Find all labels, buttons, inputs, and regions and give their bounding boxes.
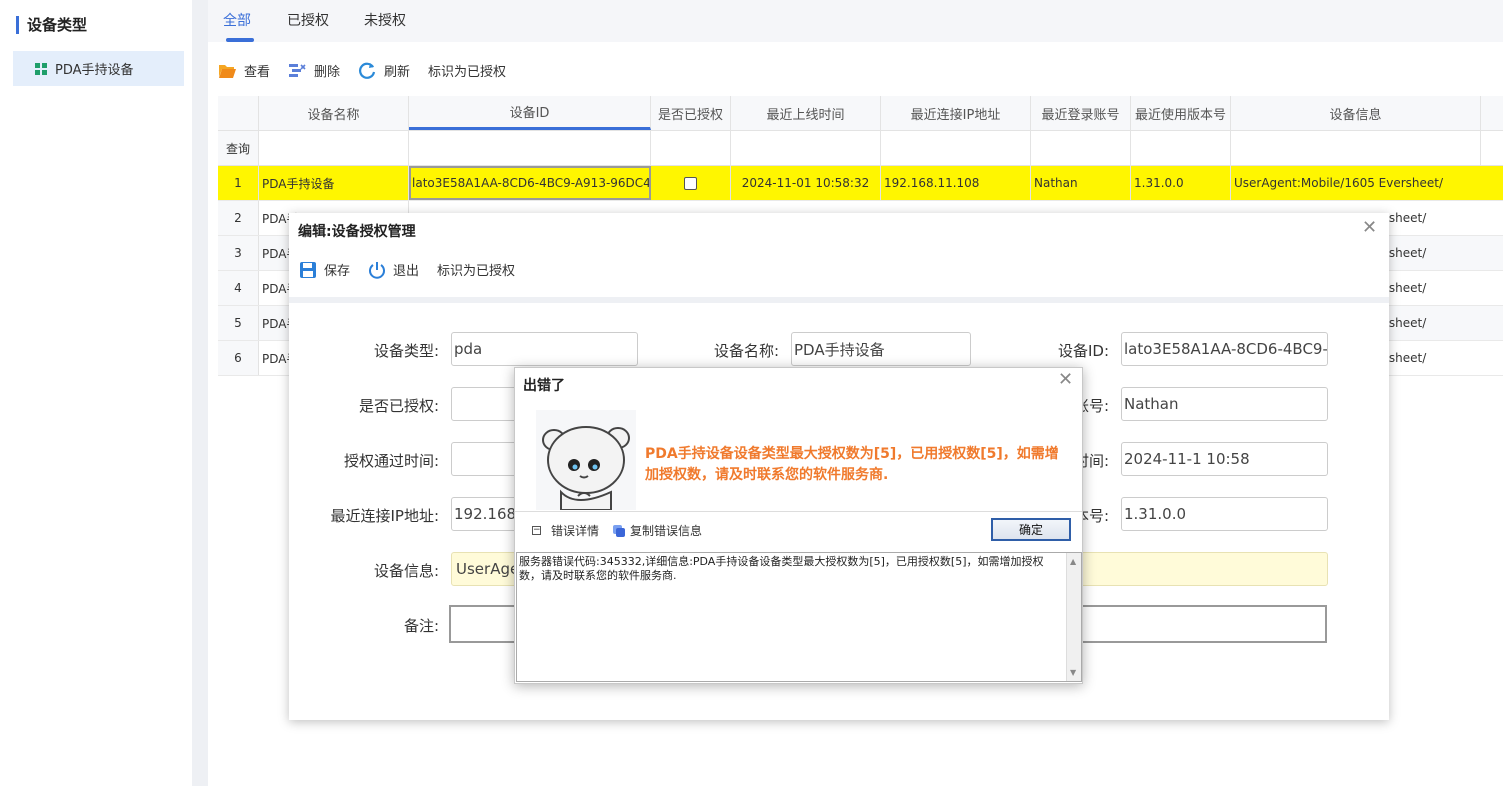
filter-cell[interactable] bbox=[1231, 131, 1481, 165]
save-icon bbox=[300, 261, 316, 278]
error-message: PDA手持设备设备类型最大授权数为[5]，已用授权数[5]，如需增加授权数，请及… bbox=[645, 446, 1059, 483]
header-info[interactable]: 设备信息 bbox=[1231, 96, 1481, 130]
error-action-bar: − 错误详情 复制错误信息 确定 bbox=[515, 511, 1082, 547]
panel-title: 设备类型 bbox=[16, 16, 87, 34]
header-ip[interactable]: 最近连接IP地址 bbox=[881, 96, 1031, 130]
scroll-down-icon[interactable]: ▼ bbox=[1070, 668, 1076, 677]
error-detail-box[interactable]: 服务器错误代码:345332,详细信息:PDA手持设备设备类型最大授权数为[5]… bbox=[516, 552, 1082, 682]
tab-all[interactable]: 全部 bbox=[223, 10, 251, 30]
scrollbar[interactable]: ▲ ▼ bbox=[1066, 553, 1081, 681]
close-icon[interactable]: ✕ bbox=[1362, 219, 1377, 237]
auth-time-field[interactable] bbox=[451, 442, 521, 476]
view-button[interactable]: 查看 bbox=[218, 61, 270, 80]
filter-cell[interactable] bbox=[409, 131, 651, 165]
header-index bbox=[218, 96, 259, 130]
mark-authorized-button[interactable]: 标识为已授权 bbox=[428, 61, 506, 80]
error-detail-text: 服务器错误代码:345332,详细信息:PDA手持设备设备类型最大授权数为[5]… bbox=[519, 555, 1044, 582]
filter-cell[interactable] bbox=[1131, 131, 1231, 165]
filter-cell[interactable] bbox=[1031, 131, 1131, 165]
edit-dialog-title: 编辑:设备授权管理 bbox=[298, 224, 416, 240]
delete-button[interactable]: 删除 bbox=[288, 61, 340, 80]
grid-header: 设备名称 设备ID 是否已授权 最近上线时间 最近连接IP地址 最近登录账号 最… bbox=[218, 96, 1503, 131]
header-device-name[interactable]: 设备名称 bbox=[259, 96, 409, 130]
delete-icon bbox=[289, 63, 306, 77]
version-field[interactable]: 1.31.0.0 bbox=[1121, 497, 1328, 531]
header-account[interactable]: 最近登录账号 bbox=[1031, 96, 1131, 130]
tab-bar: 全部 已授权 未授权 bbox=[208, 0, 1503, 42]
close-icon[interactable]: ✕ bbox=[1058, 371, 1073, 389]
device-name-label: 设备名称: bbox=[713, 342, 779, 360]
header-authorized[interactable]: 是否已授权 bbox=[651, 96, 731, 130]
tab-authorized[interactable]: 已授权 bbox=[287, 10, 329, 30]
divider bbox=[289, 297, 1389, 303]
device-id-label: 设备ID: bbox=[1057, 342, 1109, 360]
device-name-field[interactable]: PDA手持设备 bbox=[791, 332, 971, 366]
grid-icon bbox=[35, 62, 47, 75]
sidebar-item-label: PDA手持设备 bbox=[55, 63, 134, 78]
edit-toolbar: 保存 退出 标识为已授权 bbox=[299, 260, 533, 279]
save-button[interactable]: 保存 bbox=[299, 260, 350, 279]
ip-field[interactable]: 192.168.1 bbox=[451, 497, 521, 531]
filter-cell[interactable] bbox=[259, 131, 409, 165]
refresh-button[interactable]: 刷新 bbox=[358, 61, 410, 80]
ip-label: 最近连接IP地址: bbox=[330, 507, 439, 525]
device-id-field[interactable]: lato3E58A1AA-8CD6-4BC9-A bbox=[1121, 332, 1328, 366]
refresh-icon bbox=[359, 62, 376, 79]
tab-unauthorized[interactable]: 未授权 bbox=[364, 10, 406, 30]
filter-label: 查询 bbox=[218, 131, 259, 165]
exit-button[interactable]: 退出 bbox=[368, 260, 419, 279]
error-dialog: 出错了 ✕ PDA手持设备设备类型最大授权数为[5]，已用授权数[5]，如需增加… bbox=[514, 367, 1083, 684]
device-type-panel: 设备类型 PDA手持设备 bbox=[0, 0, 192, 786]
device-type-label: 设备类型: bbox=[373, 342, 439, 360]
sad-mascot-icon bbox=[536, 410, 636, 510]
ok-button[interactable]: 确定 bbox=[991, 518, 1071, 541]
account-field[interactable]: Nathan bbox=[1121, 387, 1328, 421]
scroll-up-icon[interactable]: ▲ bbox=[1070, 557, 1076, 566]
authorized-field[interactable] bbox=[451, 387, 521, 421]
filter-cell[interactable] bbox=[881, 131, 1031, 165]
error-details-toggle[interactable]: − 错误详情 bbox=[532, 522, 599, 539]
memo-label: 备注: bbox=[403, 617, 439, 635]
authorized-checkbox[interactable] bbox=[684, 176, 697, 190]
toolbar: 查看 删除 刷新 标识为已授权 bbox=[218, 58, 524, 82]
info-label: 设备信息: bbox=[373, 562, 439, 580]
header-online-time[interactable]: 最近上线时间 bbox=[731, 96, 881, 130]
filter-cell[interactable] bbox=[651, 131, 731, 165]
error-dialog-title: 出错了 bbox=[523, 378, 565, 394]
active-tab-indicator bbox=[226, 38, 254, 42]
auth-time-label: 授权通过时间: bbox=[343, 452, 439, 470]
device-type-field[interactable]: pda bbox=[451, 332, 638, 366]
copy-icon bbox=[613, 524, 625, 537]
grid-filter-row: 查询 bbox=[218, 131, 1503, 166]
time-field[interactable]: 2024-11-1 10:58 bbox=[1121, 442, 1328, 476]
mark-authorized-button[interactable]: 标识为已授权 bbox=[437, 260, 515, 279]
header-device-id[interactable]: 设备ID bbox=[409, 96, 651, 130]
authorized-label: 是否已授权: bbox=[358, 397, 439, 415]
filter-cell[interactable] bbox=[731, 131, 881, 165]
table-row[interactable]: 1 PDA手持设备 lato3E58A1AA-8CD6-4BC9-A913-96… bbox=[218, 166, 1503, 201]
header-version[interactable]: 最近使用版本号 bbox=[1131, 96, 1231, 130]
collapse-icon: − bbox=[532, 525, 541, 535]
folder-open-icon bbox=[219, 64, 236, 78]
power-icon bbox=[369, 261, 385, 279]
sidebar-item-pda[interactable]: PDA手持设备 bbox=[13, 51, 184, 86]
copy-error-button[interactable]: 复制错误信息 bbox=[612, 522, 702, 539]
